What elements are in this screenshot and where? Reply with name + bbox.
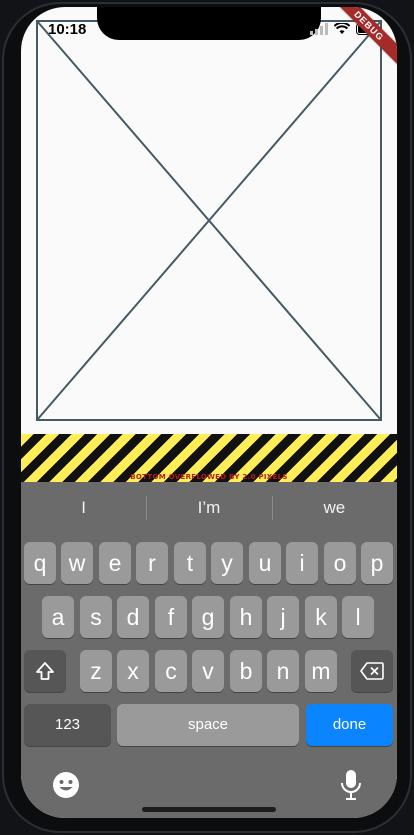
key-y[interactable]: y (211, 542, 243, 584)
key-b[interactable]: b (230, 650, 262, 692)
key-j[interactable]: j (267, 596, 299, 638)
status-time: 10:18 (48, 21, 87, 38)
suggestion-bar: I I’m we (21, 482, 397, 534)
key-z[interactable]: z (80, 650, 112, 692)
keyboard: I I’m we q w e r t y u i o p a s d f g h… (21, 482, 397, 818)
shift-icon (36, 662, 54, 680)
key-f[interactable]: f (155, 596, 187, 638)
key-k[interactable]: k (305, 596, 337, 638)
key-q[interactable]: q (24, 542, 56, 584)
suggestion-item[interactable]: I (21, 482, 146, 534)
key-s[interactable]: s (80, 596, 112, 638)
key-i[interactable]: i (286, 542, 318, 584)
shift-key[interactable] (24, 650, 66, 692)
signal-icon (310, 23, 328, 35)
done-key[interactable]: done (306, 704, 393, 746)
key-n[interactable]: n (267, 650, 299, 692)
key-t[interactable]: t (174, 542, 206, 584)
key-p[interactable]: p (361, 542, 393, 584)
app-screen: 10:18 DEBUG BOTTOM OVERFLOWED BY 2.0 PIX… (21, 7, 397, 818)
key-o[interactable]: o (324, 542, 356, 584)
key-a[interactable]: a (42, 596, 74, 638)
overflow-message: BOTTOM OVERFLOWED BY 2.0 PIXELS (130, 473, 288, 481)
space-key[interactable]: space (117, 704, 299, 746)
backspace-icon (360, 662, 384, 680)
suggestion-item[interactable]: I’m (146, 482, 271, 534)
key-l[interactable]: l (342, 596, 374, 638)
key-x[interactable]: x (117, 650, 149, 692)
image-placeholder (36, 20, 382, 421)
key-h[interactable]: h (230, 596, 262, 638)
microphone-icon[interactable] (340, 769, 362, 801)
key-r[interactable]: r (136, 542, 168, 584)
home-indicator[interactable] (142, 807, 276, 812)
suggestion-item[interactable]: we (271, 482, 397, 534)
emoji-icon[interactable] (52, 771, 80, 799)
notch (97, 7, 321, 40)
key-d[interactable]: d (117, 596, 149, 638)
numbers-key[interactable]: 123 (24, 704, 111, 746)
backspace-key[interactable] (351, 650, 393, 692)
key-w[interactable]: w (61, 542, 93, 584)
key-u[interactable]: u (249, 542, 281, 584)
key-e[interactable]: e (99, 542, 131, 584)
key-v[interactable]: v (192, 650, 224, 692)
key-m[interactable]: m (305, 650, 337, 692)
key-g[interactable]: g (192, 596, 224, 638)
wifi-icon (334, 23, 350, 34)
key-c[interactable]: c (155, 650, 187, 692)
